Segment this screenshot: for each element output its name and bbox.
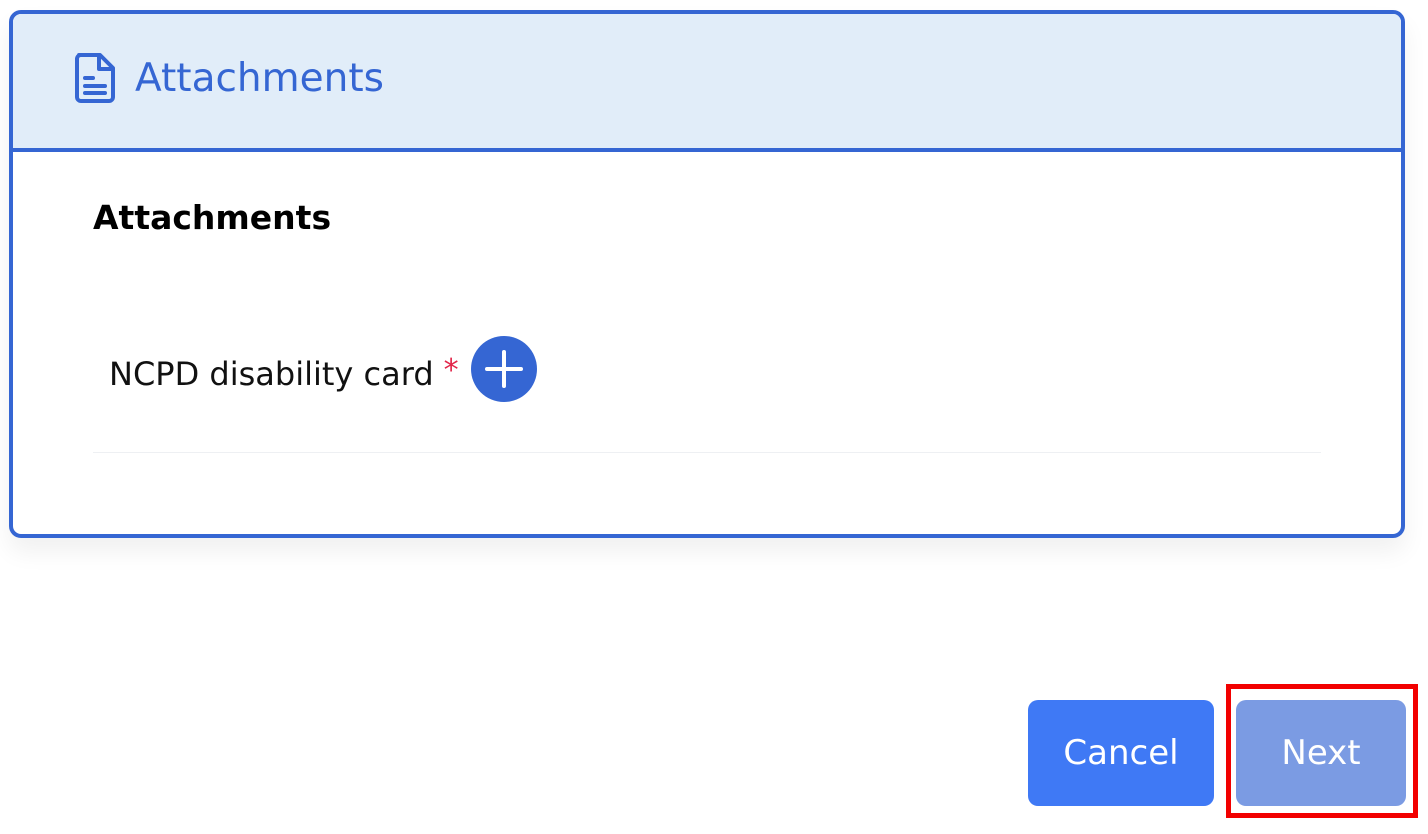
attachments-panel: Attachments Attachments NCPD disability …	[9, 10, 1405, 538]
next-button[interactable]: Next	[1236, 700, 1406, 806]
attachment-label: NCPD disability card	[109, 355, 434, 393]
required-indicator: *	[443, 352, 459, 388]
document-icon	[75, 53, 115, 103]
row-divider	[93, 452, 1321, 453]
plus-icon	[484, 350, 523, 388]
panel-title: Attachments	[135, 56, 384, 101]
panel-header: Attachments	[13, 14, 1401, 152]
add-attachment-button[interactable]	[470, 336, 537, 402]
cancel-button[interactable]: Cancel	[1028, 700, 1214, 806]
attachment-row: NCPD disability card *	[109, 334, 537, 404]
section-title: Attachments	[93, 198, 332, 237]
